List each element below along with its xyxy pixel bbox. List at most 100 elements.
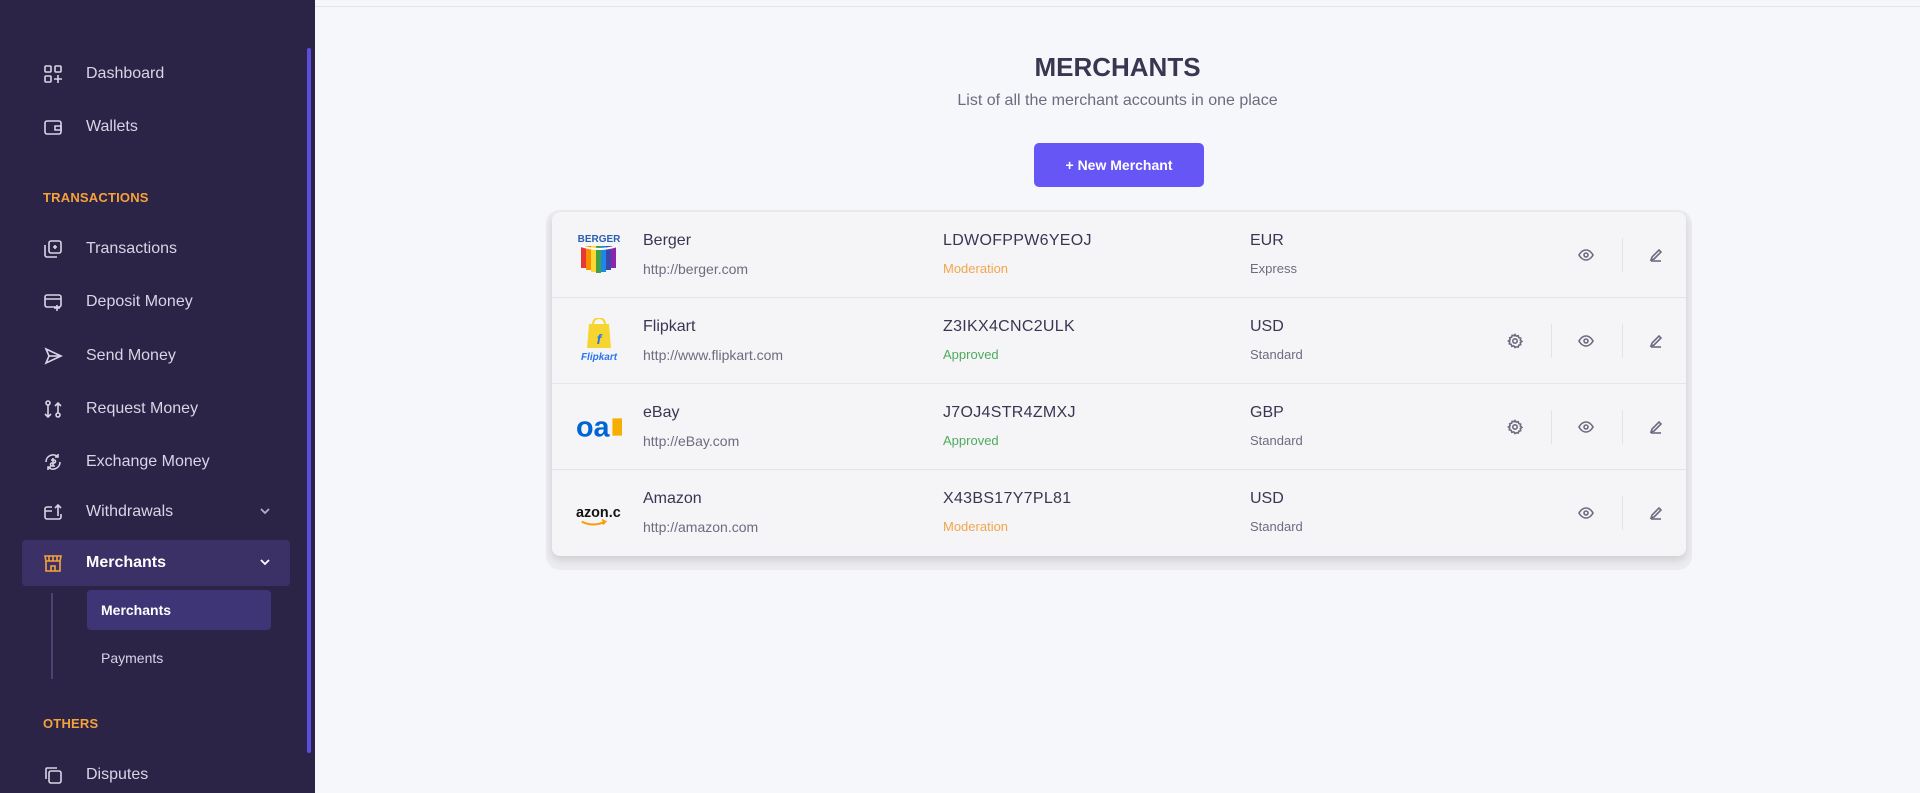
status-badge: Moderation — [943, 519, 1009, 534]
edit-button[interactable] — [1644, 329, 1668, 353]
eye-icon — [1578, 249, 1594, 261]
sidebar-item-send-money[interactable]: Send Money — [22, 333, 290, 379]
sidebar-item-label: Disputes — [86, 766, 149, 783]
sidebar-item-disputes[interactable]: Disputes — [22, 752, 290, 793]
sidebar-item-label: Send Money — [86, 347, 176, 364]
pencil-icon — [1649, 506, 1663, 520]
submenu-item-merchants[interactable]: Merchants — [87, 590, 271, 630]
page-title: MERCHANTS — [1034, 52, 1201, 82]
svg-text:BERGER: BERGER — [578, 234, 621, 245]
dashboard-icon — [42, 63, 64, 85]
table-row: BERGER Berger http://berger.com LDWOFPPW… — [552, 212, 1686, 298]
sidebar-item-deposit-money[interactable]: Deposit Money — [22, 279, 290, 325]
sidebar-item-withdrawals[interactable]: Withdrawals — [22, 489, 290, 535]
sidebar-item-label: Request Money — [86, 400, 199, 417]
view-button[interactable] — [1574, 501, 1598, 525]
pencil-icon — [1649, 248, 1663, 262]
merchant-url: http://www.flipkart.com — [643, 347, 784, 363]
sidebar-item-dashboard[interactable]: Dashboard — [22, 51, 290, 97]
merchant-plan: Standard — [1250, 433, 1303, 448]
topbar-divider — [315, 6, 1920, 7]
svg-text:azon.c: azon.c — [576, 505, 621, 521]
merchant-url: http://eBay.com — [643, 433, 740, 449]
wallet-icon — [42, 116, 64, 138]
sidebar-item-label: Wallets — [86, 118, 138, 135]
sidebar-item-merchants[interactable]: Merchants — [22, 540, 290, 586]
edit-button[interactable] — [1644, 243, 1668, 267]
sidebar-item-exchange-money[interactable]: Exchange Money — [22, 439, 290, 485]
submenu-line — [51, 593, 53, 679]
sidebar-scrollbar[interactable] — [307, 48, 311, 753]
merchants-table: BERGER Berger http://berger.com LDWOFPPW… — [552, 212, 1686, 556]
gear-icon — [1507, 333, 1523, 349]
table-row: azon.c Amazon http://amazon.com X43BS17Y… — [552, 470, 1686, 556]
store-icon — [42, 552, 64, 574]
merchant-code: Z3IKX4CNC2ULK — [943, 318, 1075, 335]
flipkart-logo: f Flipkart — [576, 318, 622, 364]
sidebar-item-request-money[interactable]: Request Money — [22, 386, 290, 432]
withdraw-icon — [42, 501, 64, 523]
section-label-others: OTHERS — [43, 716, 99, 731]
view-button[interactable] — [1574, 243, 1598, 267]
merchant-name[interactable]: Berger — [643, 232, 691, 250]
chevron-down-icon[interactable] — [258, 555, 272, 569]
eye-icon — [1578, 507, 1594, 519]
status-badge: Approved — [943, 433, 999, 448]
sidebar-item-label: Dashboard — [86, 65, 165, 82]
amazon-logo: azon.c — [576, 490, 622, 536]
transactions-icon — [42, 238, 64, 260]
sidebar-item-label: Withdrawals — [86, 503, 174, 520]
sidebar-item-label: Exchange Money — [86, 453, 210, 470]
merchant-code: LDWOFPPW6YEOJ — [943, 232, 1092, 249]
chevron-down-icon[interactable] — [258, 504, 272, 518]
table-row: oa eBay http://eBay.com J7OJ4STR4ZMXJ Ap… — [552, 384, 1686, 470]
action-divider — [1551, 324, 1552, 358]
action-divider — [1622, 496, 1623, 530]
settings-button[interactable] — [1503, 329, 1527, 353]
merchant-currency: GBP — [1250, 404, 1284, 421]
exchange-icon — [42, 451, 64, 473]
request-icon — [42, 398, 64, 420]
merchant-currency: USD — [1250, 490, 1284, 507]
action-divider — [1622, 324, 1623, 358]
merchant-plan: Standard — [1250, 519, 1303, 534]
disputes-icon — [42, 764, 64, 786]
sidebar: Dashboard Wallets TRANSACTIONS Transacti… — [0, 0, 315, 793]
status-badge: Approved — [943, 347, 999, 362]
sidebar-item-label: Transactions — [86, 240, 177, 257]
status-badge: Moderation — [943, 261, 1009, 276]
merchant-plan: Express — [1250, 261, 1297, 276]
action-divider — [1551, 410, 1552, 444]
new-merchant-button[interactable]: + New Merchant — [1034, 143, 1204, 187]
sidebar-item-label: Merchants — [86, 554, 167, 571]
merchant-currency: EUR — [1250, 232, 1284, 249]
page-subtitle: List of all the merchant accounts in one… — [957, 92, 1278, 109]
edit-button[interactable] — [1644, 415, 1668, 439]
deposit-icon — [42, 291, 64, 313]
settings-button[interactable] — [1503, 415, 1527, 439]
merchant-url: http://amazon.com — [643, 519, 759, 535]
merchant-name[interactable]: Amazon — [643, 490, 702, 508]
ebay-logo: oa — [576, 404, 622, 450]
merchant-plan: Standard — [1250, 347, 1303, 362]
sidebar-item-wallets[interactable]: Wallets — [22, 104, 290, 150]
view-button[interactable] — [1574, 415, 1598, 439]
sidebar-item-label: Deposit Money — [86, 293, 193, 310]
merchant-currency: USD — [1250, 318, 1284, 335]
sidebar-item-transactions[interactable]: Transactions — [22, 226, 290, 272]
action-divider — [1622, 238, 1623, 272]
merchant-url: http://berger.com — [643, 261, 749, 277]
action-divider — [1622, 410, 1623, 444]
table-row: f Flipkart Flipkart http://www.flipkart.… — [552, 298, 1686, 384]
svg-text:Flipkart: Flipkart — [581, 352, 618, 363]
merchant-name[interactable]: Flipkart — [643, 318, 695, 336]
pencil-icon — [1649, 334, 1663, 348]
send-icon — [42, 345, 64, 367]
svg-text:oa: oa — [576, 412, 611, 444]
merchant-name[interactable]: eBay — [643, 404, 679, 422]
view-button[interactable] — [1574, 329, 1598, 353]
edit-button[interactable] — [1644, 501, 1668, 525]
gear-icon — [1507, 419, 1523, 435]
submenu-item-payments[interactable]: Payments — [87, 638, 271, 678]
eye-icon — [1578, 335, 1594, 347]
